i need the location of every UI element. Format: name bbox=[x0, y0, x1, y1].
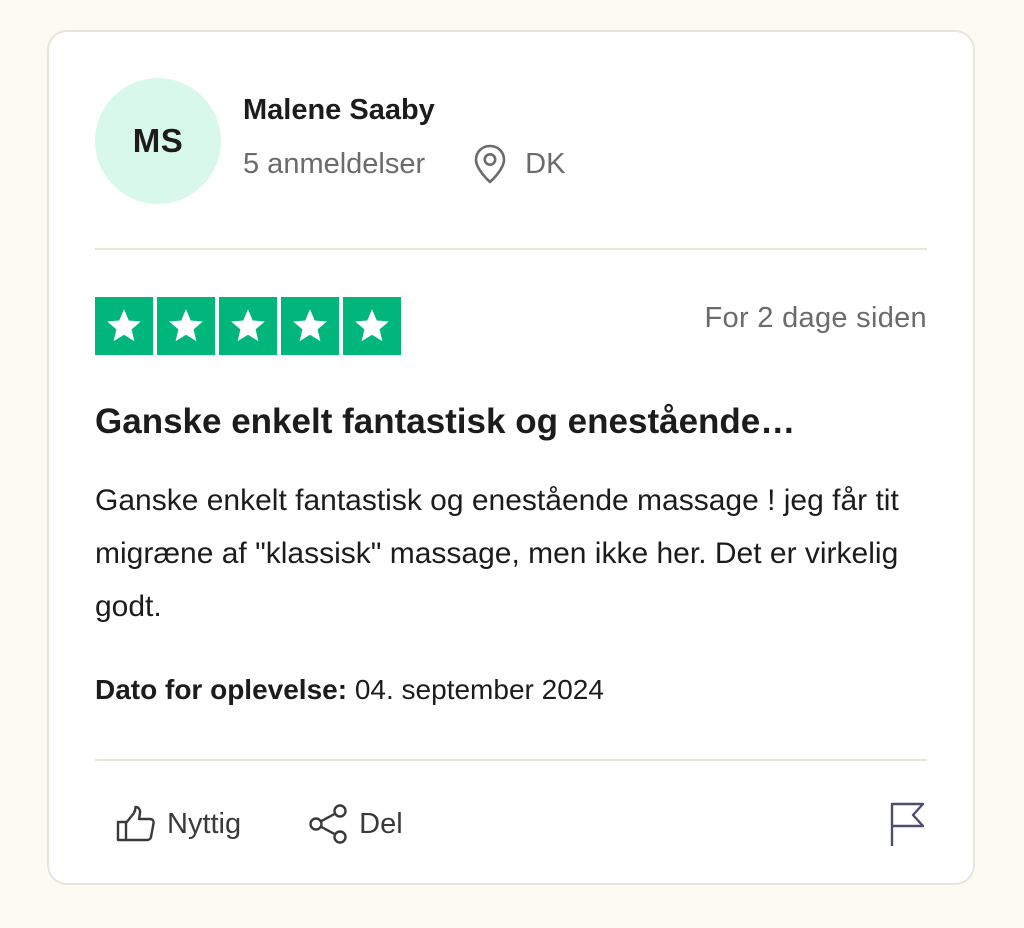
review-title[interactable]: Ganske enkelt fantastisk og enestående… bbox=[95, 402, 935, 442]
review-age: For 2 dage siden bbox=[704, 302, 927, 334]
star-icon bbox=[95, 297, 153, 355]
reviewer-meta: 5 anmeldelser DK bbox=[243, 142, 565, 186]
avatar-initials: MS bbox=[132, 122, 184, 159]
experience-date-value: 04. september 2024 bbox=[354, 674, 604, 705]
review-count: 5 anmeldelser bbox=[243, 147, 426, 180]
experience-date-label: Dato for oplevelse: bbox=[95, 674, 348, 705]
star-icon bbox=[219, 297, 277, 355]
experience-date: Dato for oplevelse: 04. september 2024 bbox=[95, 674, 604, 706]
divider bbox=[95, 248, 927, 250]
share-button[interactable]: Del bbox=[307, 803, 403, 845]
reviewer-header: MS Malene Saaby 5 anmeldelser DK bbox=[95, 78, 927, 204]
star-icon bbox=[281, 297, 339, 355]
review-card: MS Malene Saaby 5 anmeldelser DK For 2 d… bbox=[47, 30, 975, 885]
thumbs-up-icon bbox=[115, 804, 157, 844]
review-body: Ganske enkelt fantastisk og enestående m… bbox=[95, 484, 899, 623]
star-rating bbox=[95, 297, 401, 355]
useful-button[interactable]: Nyttig bbox=[115, 804, 241, 844]
review-actions: Nyttig Del bbox=[115, 800, 403, 848]
share-label: Del bbox=[359, 807, 403, 840]
share-icon bbox=[307, 803, 349, 845]
divider bbox=[95, 759, 927, 761]
useful-label: Nyttig bbox=[167, 807, 242, 840]
report-button[interactable] bbox=[887, 800, 927, 848]
star-icon bbox=[343, 297, 401, 355]
reviewer-name[interactable]: Malene Saaby bbox=[243, 94, 435, 127]
flag-icon bbox=[887, 800, 927, 848]
star-icon bbox=[157, 297, 215, 355]
location-pin-icon bbox=[473, 144, 507, 184]
reviewer-country: DK bbox=[525, 147, 566, 180]
avatar[interactable]: MS bbox=[95, 78, 221, 204]
